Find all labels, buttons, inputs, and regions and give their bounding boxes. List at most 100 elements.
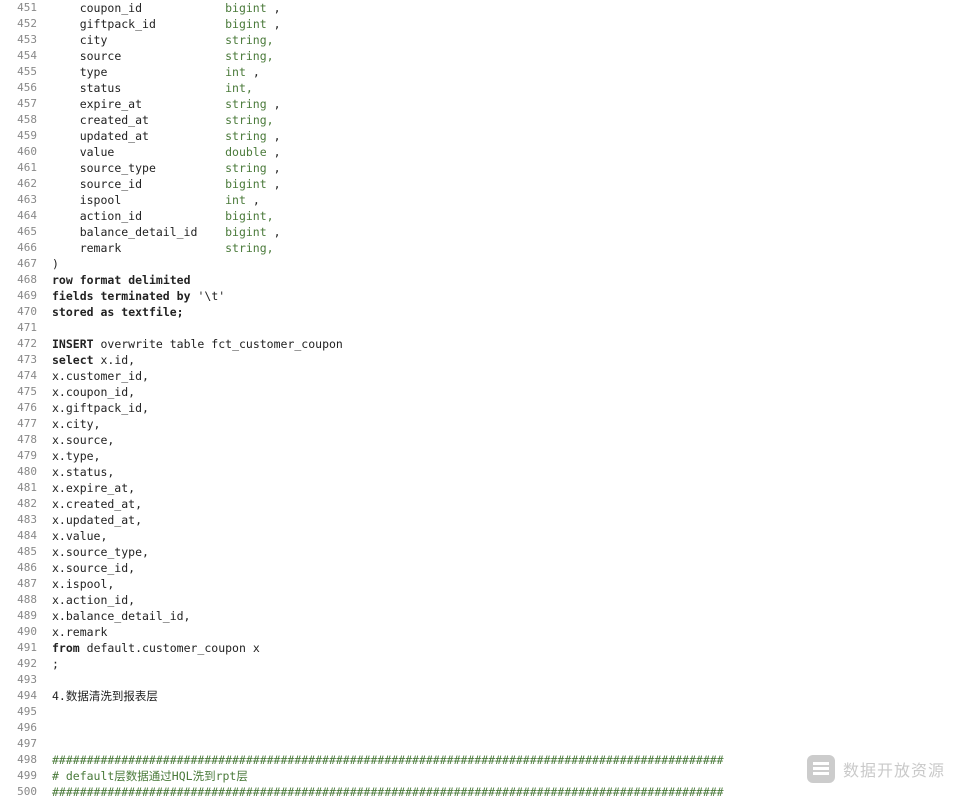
code-text: expire_at string , [79, 97, 281, 111]
code-line: 464 action_id bigint, [0, 208, 955, 224]
code-line: 461 source_type string , [0, 160, 955, 176]
code-line: 497 [0, 736, 955, 752]
line-number: 477 [17, 417, 37, 430]
line-number: 493 [17, 673, 37, 686]
line-number: 484 [17, 529, 37, 542]
code-text: x.source_id, [52, 561, 136, 575]
code-text: x.source_type, [52, 545, 149, 559]
line-number: 471 [17, 321, 37, 334]
code-line: 457 expire_at string , [0, 96, 955, 112]
code-line: 451 coupon_id bigint , [0, 0, 955, 16]
code-text: x.ispool, [52, 577, 115, 591]
line-number: 497 [17, 737, 37, 750]
line-number: 498 [17, 753, 37, 766]
line-number: 494 [17, 689, 37, 702]
code-line: 458 created_at string, [0, 112, 955, 128]
code-text: coupon_id bigint , [79, 1, 281, 15]
line-number: 479 [17, 449, 37, 462]
code-text: x.city, [52, 417, 101, 431]
code-line: 480 x.status, [0, 464, 955, 480]
line-number: 457 [17, 97, 37, 110]
line-number: 490 [17, 625, 37, 638]
line-number: 475 [17, 385, 37, 398]
line-number: 462 [17, 177, 37, 190]
code-line: 482 x.created_at, [0, 496, 955, 512]
code-line: 452 giftpack_id bigint , [0, 16, 955, 32]
code-text: x.giftpack_id, [52, 401, 149, 415]
code-text: fields terminated by '\t' [52, 289, 226, 303]
code-text: giftpack_id bigint , [79, 17, 281, 31]
line-number: 459 [17, 129, 37, 142]
code-text: source_type string , [79, 161, 281, 175]
code-line: 470 stored as textfile; [0, 304, 955, 320]
line-number: 466 [17, 241, 37, 254]
code-line: 486 x.source_id, [0, 560, 955, 576]
code-text: ; [52, 657, 59, 671]
code-text: x.updated_at, [52, 513, 143, 527]
line-number: 481 [17, 481, 37, 494]
line-number: 461 [17, 161, 37, 174]
code-editor[interactable]: 451 coupon_id bigint , 452 giftpack_id bi… [0, 0, 955, 801]
code-line: 490 x.remark [0, 624, 955, 640]
code-line: 465 balance_detail_id bigint , [0, 224, 955, 240]
code-text: stored as textfile; [52, 305, 184, 319]
lines-logo-icon [806, 755, 835, 783]
code-line: 468 row format delimited [0, 272, 955, 288]
line-number: 500 [17, 785, 37, 798]
code-line: 473 select x.id, [0, 352, 955, 368]
line-number: 499 [17, 769, 37, 782]
code-text: row format delimited [52, 273, 191, 287]
code-text: status int, [79, 81, 253, 95]
code-text: city string, [79, 33, 274, 47]
code-line: 500 #####################################… [0, 784, 955, 800]
line-number: 474 [17, 369, 37, 382]
line-number: 478 [17, 433, 37, 446]
code-line: 495 [0, 704, 955, 720]
code-text: x.value, [52, 529, 108, 543]
line-number: 452 [17, 17, 37, 30]
code-line: 460 value double , [0, 144, 955, 160]
line-number: 492 [17, 657, 37, 670]
code-line: 491 from default.customer_coupon x [0, 640, 955, 656]
code-line: 493 [0, 672, 955, 688]
code-line: 489 x.balance_detail_id, [0, 608, 955, 624]
line-number: 482 [17, 497, 37, 510]
line-number: 483 [17, 513, 37, 526]
code-text: type int , [79, 65, 260, 79]
code-line: 476 x.giftpack_id, [0, 400, 955, 416]
code-line: 481 x.expire_at, [0, 480, 955, 496]
line-number: 468 [17, 273, 37, 286]
line-number: 491 [17, 641, 37, 654]
code-text: balance_detail_id bigint , [79, 225, 281, 239]
code-text: x.customer_id, [52, 369, 149, 383]
code-text: created_at string, [79, 113, 274, 127]
line-number: 453 [17, 33, 37, 46]
code-text: x.type, [52, 449, 101, 463]
line-number: 485 [17, 545, 37, 558]
code-text: ) [52, 257, 59, 271]
code-line: 456 status int, [0, 80, 955, 96]
line-number: 487 [17, 577, 37, 590]
code-line: 454 source string, [0, 48, 955, 64]
line-number: 454 [17, 49, 37, 62]
line-number: 470 [17, 305, 37, 318]
code-line: 478 x.source, [0, 432, 955, 448]
code-text: x.remark [52, 625, 108, 639]
line-number: 463 [17, 193, 37, 206]
code-text: updated_at string , [79, 129, 281, 143]
code-line: 469 fields terminated by '\t' [0, 288, 955, 304]
code-line: 472 INSERT overwrite table fct_customer_c… [0, 336, 955, 352]
line-number: 467 [17, 257, 37, 270]
code-text: x.created_at, [52, 497, 143, 511]
code-text: 4.数据清洗到报表层 [52, 689, 158, 703]
line-number: 451 [17, 1, 37, 14]
code-line: 467) [0, 256, 955, 272]
code-line: 488 x.action_id, [0, 592, 955, 608]
line-number: 464 [17, 209, 37, 222]
code-text: INSERT overwrite table fct_customer_coup… [52, 337, 343, 351]
code-text: ########################################… [52, 785, 724, 799]
code-text: x.source, [52, 433, 115, 447]
line-number: 496 [17, 721, 37, 734]
code-text: x.coupon_id, [52, 385, 136, 399]
code-text: action_id bigint, [79, 209, 274, 223]
